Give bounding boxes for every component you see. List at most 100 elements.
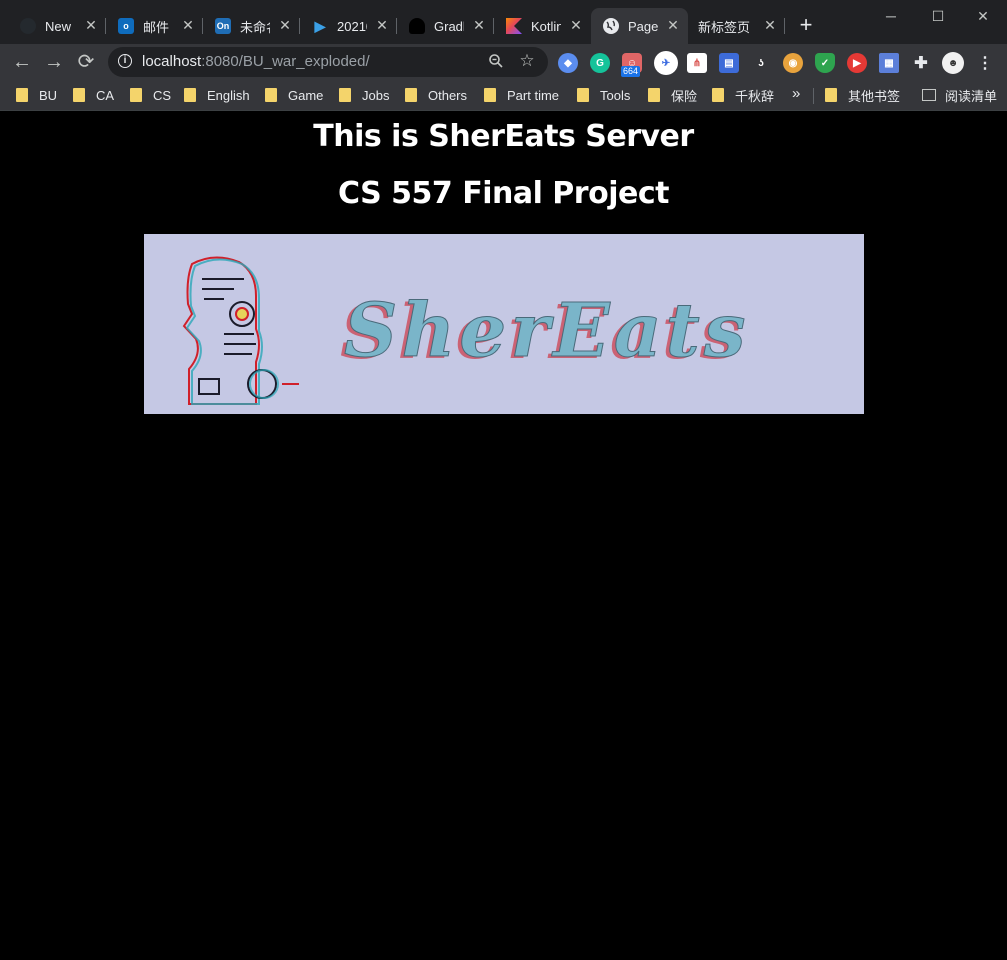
address-bar[interactable]: i localhost:8080/BU_war_exploded/ ☆ <box>108 47 548 77</box>
forward-button[interactable]: → <box>42 50 66 74</box>
tab-divider <box>784 18 785 34</box>
list-extension-icon[interactable]: ▤ <box>719 53 739 73</box>
tab-label: Gradle <box>434 18 464 34</box>
banner-text: SherEats <box>344 288 750 374</box>
gradle-elephant-icon <box>409 18 425 34</box>
bookmark-folder-part-time[interactable]: Part time <box>484 87 559 103</box>
folder-icon <box>73 88 85 102</box>
tab-label: Kotlin <box>531 18 561 34</box>
onenote-icon: On <box>215 18 231 34</box>
tab-label: 未命名 <box>240 19 270 35</box>
bookmark-label: Part time <box>507 87 560 103</box>
hook-extension-icon[interactable]: ʖ <box>751 53 771 73</box>
folder-icon <box>577 88 589 102</box>
maximize-button[interactable]: ☐ <box>927 6 949 26</box>
grammarly-icon[interactable]: G <box>590 53 610 73</box>
bookmark-label: BU <box>39 87 58 103</box>
close-icon[interactable]: ✕ <box>278 18 292 32</box>
new-tab-button[interactable]: + <box>795 14 817 36</box>
back-button[interactable]: ← <box>10 50 34 74</box>
tab-page[interactable]: Page ✕ <box>591 8 688 44</box>
url-text[interactable]: localhost:8080/BU_war_exploded/ <box>142 53 370 70</box>
close-icon[interactable]: ✕ <box>375 18 389 32</box>
bookmark-label: 保险 <box>671 88 698 104</box>
adblock-shield-icon[interactable]: ✓ <box>815 53 835 73</box>
owl-extension-icon[interactable]: ◉ <box>783 53 803 73</box>
profile-avatar[interactable]: ☻ <box>942 52 964 74</box>
folder-icon <box>339 88 351 102</box>
extension-shield-icon[interactable]: ◆ <box>558 53 578 73</box>
tab-new[interactable]: 新标签页 ✕ <box>688 8 785 44</box>
bookmark-star-icon[interactable]: ☆ <box>518 51 536 70</box>
bird-extension-icon[interactable]: ✈ <box>654 51 678 75</box>
menu-kebab-icon[interactable]: ⋮ <box>975 53 995 73</box>
extension-badge: 664 <box>621 66 641 77</box>
kotlin-icon <box>506 18 522 34</box>
url-host: localhost <box>142 53 202 70</box>
tab-label: New Issue <box>45 18 75 34</box>
toolbar: ← → ⟳ i localhost:8080/BU_war_exploded/ … <box>0 44 1007 80</box>
reading-list-button[interactable]: 阅读清单 <box>922 87 998 104</box>
outlook-icon: o <box>118 18 134 34</box>
tab-gradle[interactable]: Gradle ✕ <box>397 8 494 44</box>
reload-button[interactable]: ⟳ <box>74 50 98 74</box>
bookmark-label: 其他书签 <box>848 88 901 104</box>
reading-list-label: 阅读清单 <box>945 88 998 104</box>
tab-label: 新标签页 <box>698 19 750 35</box>
tab-video[interactable]: ▶ 20210 ✕ <box>300 8 397 44</box>
zoom-icon[interactable] <box>487 53 505 71</box>
bookmark-folder-jobs[interactable]: Jobs <box>339 87 389 103</box>
bookmark-folder-game[interactable]: Game <box>265 87 323 103</box>
tab-strip: New Issue ✕ o 邮件 - ✕ On 未命名 ✕ ▶ 20210 ✕ … <box>0 0 1007 44</box>
folder-icon <box>825 88 837 102</box>
folder-icon <box>484 88 496 102</box>
tab-outlook[interactable]: o 邮件 - ✕ <box>106 8 203 44</box>
bookmark-label: 千秋辞 <box>735 88 775 104</box>
close-icon[interactable]: ✕ <box>84 18 98 32</box>
github-icon <box>20 18 36 34</box>
bookmark-folder-insurance[interactable]: 保险 <box>648 87 698 104</box>
robot-head-icon: SherEats SherEats <box>182 256 750 405</box>
play-icon: ▶ <box>314 17 326 34</box>
tab-onenote[interactable]: On 未命名 ✕ <box>203 8 300 44</box>
close-window-button[interactable]: ✕ <box>972 6 994 26</box>
close-icon[interactable]: ✕ <box>763 18 777 32</box>
puzzle-extensions-icon[interactable]: ✚ <box>911 53 931 73</box>
page-content: This is SherEats Server CS 557 Final Pro… <box>0 111 1007 960</box>
folder-icon <box>405 88 417 102</box>
tab-github[interactable]: New Issue ✕ <box>8 8 106 44</box>
bookmark-folder-bu[interactable]: BU <box>16 87 57 103</box>
bookmark-folder-cs[interactable]: CS <box>130 87 171 103</box>
close-icon[interactable]: ✕ <box>569 18 583 32</box>
folder-icon <box>130 88 142 102</box>
record-extension-icon[interactable]: ▶ <box>847 53 867 73</box>
bookmarks-divider <box>813 88 814 104</box>
bookmark-folder-tools[interactable]: Tools <box>577 87 630 103</box>
tab-label: Page <box>628 18 658 34</box>
bookmarks-overflow-chevron[interactable]: » <box>792 85 800 102</box>
bookmark-folder-english[interactable]: English <box>184 87 250 103</box>
reading-list-icon <box>922 89 936 101</box>
bookmark-folder-ca[interactable]: CA <box>73 87 114 103</box>
bookmark-folder-others[interactable]: Others <box>405 87 467 103</box>
bookmarks-bar: BU CA CS English Game Jobs Others Part t… <box>0 80 1007 111</box>
tree-extension-icon[interactable]: ⋔ <box>687 53 707 73</box>
shereats-logo-banner: SherEats SherEats <box>144 234 864 414</box>
other-bookmarks-folder[interactable]: 其他书签 <box>825 87 901 104</box>
url-path: :8080/BU_war_exploded/ <box>201 53 370 70</box>
close-icon[interactable]: ✕ <box>666 18 680 32</box>
folder-icon <box>16 88 28 102</box>
close-icon[interactable]: ✕ <box>472 18 486 32</box>
browser-chrome: New Issue ✕ o 邮件 - ✕ On 未命名 ✕ ▶ 20210 ✕ … <box>0 0 1007 111</box>
bookmark-label: CS <box>153 87 172 103</box>
bookmark-label: CA <box>96 87 115 103</box>
bookmark-folder-qianqiuci[interactable]: 千秋辞 <box>712 87 775 104</box>
minimize-button[interactable]: ─ <box>880 6 902 26</box>
info-icon[interactable]: i <box>118 54 132 68</box>
bookmark-label: Jobs <box>362 87 390 103</box>
tab-label: 20210 <box>337 18 367 34</box>
folder-icon <box>265 88 277 102</box>
grid-extension-icon[interactable]: ▦ <box>879 53 899 73</box>
close-icon[interactable]: ✕ <box>181 18 195 32</box>
tab-kotlin[interactable]: Kotlin ✕ <box>494 8 591 44</box>
